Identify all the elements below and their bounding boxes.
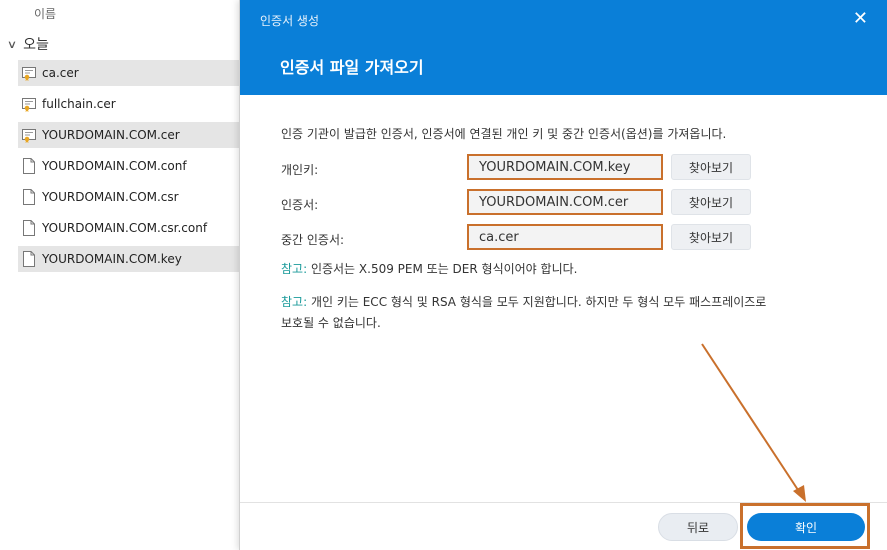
browse-certificate-button[interactable]: 찾아보기 (671, 189, 751, 215)
chevron-down-icon[interactable]: ∨ (7, 38, 17, 51)
certificate-label: 인증서: (281, 198, 319, 212)
file-icon (23, 189, 35, 205)
note-text-continued: 보호될 수 없습니다. (281, 316, 381, 330)
browse-intermediate-certificate-button[interactable]: 찾아보기 (671, 224, 751, 250)
certificate-icon (22, 67, 36, 81)
note-text: 인증서는 X.509 PEM 또는 DER 형식이어야 합니다. (307, 262, 578, 276)
ok-button[interactable]: 확인 (747, 513, 865, 541)
file-name: YOURDOMAIN.COM.csr.conf (42, 221, 208, 235)
file-explorer: 이름 ∨ 오늘 ca.cer fullchain.cer YOURDOMAIN.… (0, 0, 240, 550)
note-format: 참고: 인증서는 X.509 PEM 또는 DER 형식이어야 합니다. (281, 259, 577, 280)
group-label: 오늘 (23, 37, 49, 53)
file-item[interactable]: YOURDOMAIN.COM.cer (18, 122, 240, 148)
note-tag: 참고: (281, 295, 308, 309)
file-item[interactable]: fullchain.cer (18, 91, 240, 117)
file-name: fullchain.cer (42, 97, 116, 111)
dialog-intro: 인증 기관이 발급한 인증서, 인증서에 연결된 개인 키 및 중간 인증서(옵… (281, 127, 727, 141)
column-header-name[interactable]: 이름 (34, 5, 56, 22)
file-item[interactable]: ca.cer (18, 60, 240, 86)
file-icon (23, 251, 35, 267)
note-key-type: 참고: 개인 키는 ECC 형식 및 RSA 형식을 모두 지원합니다. 하지만… (281, 292, 766, 334)
file-name: YOURDOMAIN.COM.csr (42, 190, 179, 204)
file-icon (23, 220, 35, 236)
file-item[interactable]: YOURDOMAIN.COM.csr.conf (18, 215, 240, 241)
intermediate-certificate-input[interactable] (467, 224, 663, 250)
file-item[interactable]: YOURDOMAIN.COM.csr (18, 184, 240, 210)
certificate-icon (22, 129, 36, 143)
certificate-input[interactable] (467, 189, 663, 215)
private-key-label: 개인키: (281, 163, 319, 177)
private-key-input[interactable] (467, 154, 663, 180)
dialog-header: 인증서 생성 ✕ 인증서 파일 가져오기 (240, 0, 887, 95)
back-button[interactable]: 뒤로 (658, 513, 738, 541)
dialog-title: 인증서 생성 (260, 14, 320, 28)
dialog-heading: 인증서 파일 가져오기 (280, 58, 424, 77)
file-name: YOURDOMAIN.COM.key (42, 252, 182, 266)
note-tag: 참고: (281, 262, 308, 276)
certificate-icon (22, 98, 36, 112)
create-certificate-dialog: 인증서 생성 ✕ 인증서 파일 가져오기 인증 기관이 발급한 인증서, 인증서… (239, 0, 887, 550)
file-item[interactable]: YOURDOMAIN.COM.conf (18, 153, 240, 179)
note-text: 개인 키는 ECC 형식 및 RSA 형식을 모두 지원합니다. 하지만 두 형… (307, 295, 767, 309)
group-today[interactable]: ∨ 오늘 (7, 34, 49, 54)
file-name: YOURDOMAIN.COM.cer (42, 128, 180, 142)
file-name: ca.cer (42, 66, 79, 80)
file-name: YOURDOMAIN.COM.conf (42, 159, 187, 173)
intermediate-certificate-label: 중간 인증서: (281, 233, 345, 247)
close-icon[interactable]: ✕ (853, 10, 868, 28)
file-item[interactable]: YOURDOMAIN.COM.key (18, 246, 240, 272)
file-icon (23, 158, 35, 174)
browse-private-key-button[interactable]: 찾아보기 (671, 154, 751, 180)
